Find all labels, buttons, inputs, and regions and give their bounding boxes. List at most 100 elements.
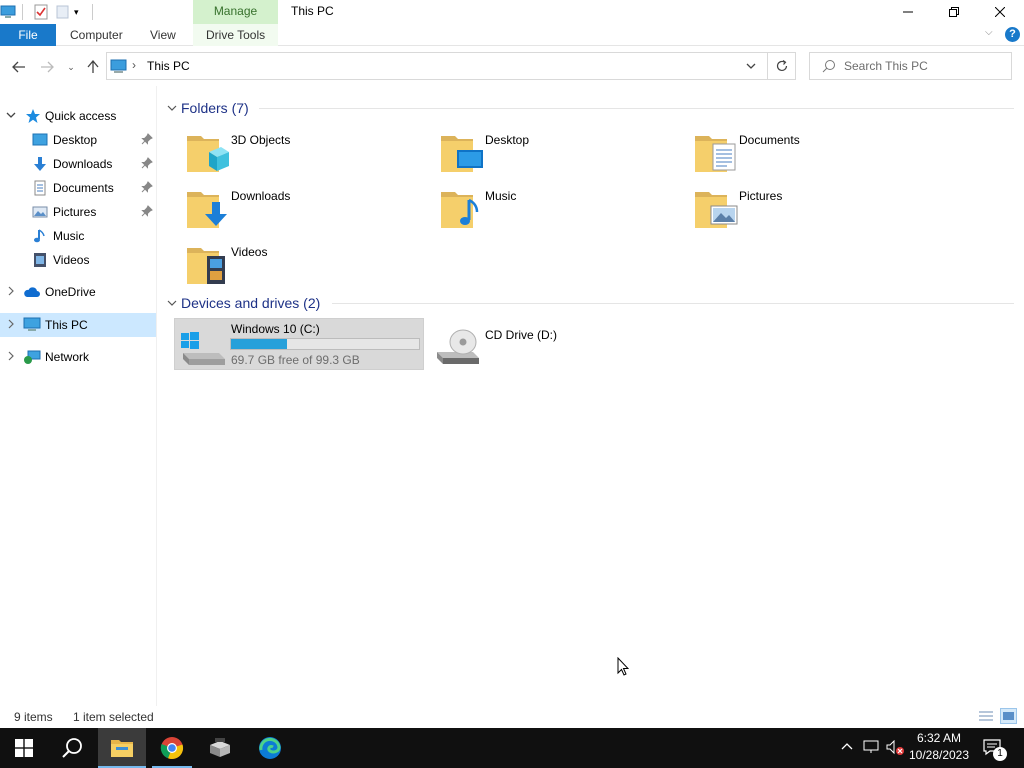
pin-icon[interactable] <box>141 133 153 147</box>
collapse-chevron-icon[interactable] <box>166 102 178 114</box>
notification-count-badge: 1 <box>993 747 1007 761</box>
tab-drive-tools[interactable]: Drive Tools <box>206 24 265 46</box>
taskbar-file-explorer[interactable] <box>98 728 146 768</box>
drive-name: Windows 10 (C:) <box>231 322 320 336</box>
taskbar: 6:32 AM 10/28/2023 1 <box>0 728 1024 768</box>
restore-button[interactable] <box>931 0 977 24</box>
collapse-chevron-icon[interactable] <box>166 297 178 309</box>
recent-locations-chevron-icon[interactable]: ⌄ <box>62 58 80 76</box>
computer-icon <box>23 317 41 333</box>
devices-header-label: Devices and drives (2) <box>181 295 321 311</box>
customize-qat-chevron-icon[interactable]: ▾ <box>74 4 86 20</box>
pin-icon[interactable] <box>141 157 153 171</box>
nav-item-desktop[interactable]: Desktop <box>0 128 156 152</box>
folder-3d-objects[interactable]: 3D Objects <box>175 124 425 176</box>
tab-view[interactable]: View <box>150 24 176 46</box>
drive-name: CD Drive (D:) <box>485 328 557 342</box>
nav-item-videos[interactable]: Videos <box>0 248 156 272</box>
expand-ribbon-chevron-icon[interactable]: ⌵ <box>985 27 999 41</box>
3d-objects-folder-icon <box>183 128 231 176</box>
new-folder-icon[interactable] <box>56 4 70 20</box>
nav-label: Documents <box>53 181 114 195</box>
taskbar-edge[interactable] <box>246 728 294 768</box>
folder-downloads[interactable]: Downloads <box>175 180 425 232</box>
ribbon: File Computer View Drive Tools ⌵ ? <box>0 24 1024 46</box>
taskbar-app[interactable] <box>196 728 244 768</box>
folder-label: Downloads <box>231 189 291 203</box>
nav-item-onedrive[interactable]: OneDrive <box>0 280 156 304</box>
arrow-right-icon <box>41 61 54 73</box>
devices-group-header[interactable]: Devices and drives (2) <box>166 293 1016 313</box>
nav-item-downloads[interactable]: Downloads <box>0 152 156 176</box>
folder-label: Music <box>485 189 517 203</box>
details-view-icon[interactable] <box>978 709 994 726</box>
nav-label: Network <box>45 350 90 364</box>
search-input[interactable] <box>844 57 1004 75</box>
folder-music[interactable]: Music <box>429 180 679 232</box>
collapsed-chevron-icon[interactable] <box>5 285 17 299</box>
music-folder-icon <box>437 184 485 232</box>
nav-item-documents[interactable]: Documents <box>0 176 156 200</box>
forward-button[interactable] <box>38 58 56 76</box>
status-bar: 9 items 1 item selected <box>0 706 1024 728</box>
folder-label: Documents <box>739 133 800 147</box>
close-button[interactable] <box>977 0 1023 24</box>
nav-item-network[interactable]: Network <box>0 345 156 369</box>
taskbar-search-button[interactable] <box>48 728 96 768</box>
help-icon[interactable]: ? <box>1005 27 1020 42</box>
pin-icon[interactable] <box>141 205 153 219</box>
folder-videos[interactable]: Videos <box>175 236 425 288</box>
download-arrow-icon <box>32 156 48 172</box>
tab-file[interactable]: File <box>0 24 56 46</box>
folders-group-header[interactable]: Folders (7) <box>166 98 1016 118</box>
address-bar[interactable]: › This PC <box>106 52 768 80</box>
network-tray-icon[interactable] <box>862 740 880 754</box>
show-hidden-icons-chevron-icon[interactable] <box>840 740 854 754</box>
action-center-icon[interactable]: 1 <box>982 738 1007 761</box>
pane-divider[interactable] <box>156 86 157 706</box>
edge-icon <box>259 737 281 759</box>
breadcrumb-separator[interactable]: › <box>132 58 136 72</box>
nav-item-music[interactable]: Music <box>0 224 156 248</box>
chrome-icon <box>160 737 184 759</box>
search-box[interactable] <box>809 52 1012 80</box>
folder-desktop[interactable]: Desktop <box>429 124 679 176</box>
folders-header-label: Folders (7) <box>181 100 249 116</box>
network-icon <box>23 349 41 365</box>
selection-count: 1 item selected <box>73 710 154 724</box>
drive-d[interactable]: CD Drive (D:) <box>429 318 679 370</box>
taskbar-chrome[interactable] <box>148 728 196 768</box>
expanded-chevron-icon[interactable] <box>5 109 17 123</box>
minimize-button[interactable] <box>885 0 931 24</box>
minimize-icon <box>903 11 913 13</box>
nav-label: Downloads <box>53 157 113 171</box>
nav-item-pictures[interactable]: Pictures <box>0 200 156 224</box>
this-pc-icon[interactable] <box>0 4 18 20</box>
collapsed-chevron-icon[interactable] <box>5 350 17 364</box>
tab-computer[interactable]: Computer <box>70 24 123 46</box>
nav-item-this-pc[interactable]: This PC <box>0 313 156 337</box>
folder-documents[interactable]: Documents <box>683 124 933 176</box>
tab-manage[interactable]: Manage <box>193 0 278 24</box>
large-icons-view-icon[interactable] <box>1000 708 1017 724</box>
pin-icon[interactable] <box>141 181 153 195</box>
system-clock[interactable]: 6:32 AM 10/28/2023 <box>908 730 970 764</box>
volume-muted-icon[interactable] <box>886 739 906 756</box>
nav-label: Pictures <box>53 205 97 219</box>
drive-c[interactable]: Windows 10 (C:) 69.7 GB free of 99.3 GB <box>174 318 424 370</box>
refresh-button[interactable] <box>768 52 796 80</box>
mouse-cursor-icon <box>617 656 630 679</box>
properties-icon[interactable] <box>33 4 49 20</box>
nav-label: Quick access <box>45 109 117 123</box>
nav-item-quick-access[interactable]: Quick access <box>0 104 156 128</box>
drive-usage-bar <box>230 338 420 350</box>
address-history-chevron-icon[interactable] <box>745 60 759 72</box>
back-button[interactable] <box>10 58 28 76</box>
up-button[interactable] <box>84 58 102 76</box>
folder-pictures[interactable]: Pictures <box>683 180 933 232</box>
start-button[interactable] <box>0 728 48 768</box>
search-icon <box>822 59 836 76</box>
breadcrumb-this-pc[interactable]: This PC <box>147 59 190 73</box>
folder-label: Videos <box>231 245 268 259</box>
collapsed-chevron-icon[interactable] <box>5 318 17 332</box>
